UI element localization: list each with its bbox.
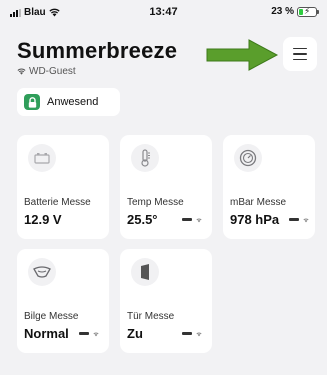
thermometer-icon — [131, 144, 159, 172]
annotation-arrow-icon — [206, 39, 279, 71]
menu-button[interactable] — [283, 37, 317, 71]
battery-info: 23 % ⚡ — [271, 5, 319, 17]
minus-icon — [182, 218, 192, 221]
minus-icon — [289, 218, 299, 221]
network-name: WD-Guest — [29, 66, 76, 77]
status-bar: Blau 13:47 23 % ⚡ — [0, 0, 327, 26]
wifi-icon — [303, 218, 309, 223]
battery-icon — [28, 144, 56, 172]
card-value: Zu — [127, 326, 143, 341]
battery-percent: 23 % — [271, 6, 294, 17]
card-label: mBar Messe — [230, 197, 287, 208]
presence-label: Anwesend — [47, 96, 99, 108]
connection-status — [289, 216, 310, 223]
card-value: 978 hPa — [230, 212, 280, 227]
sensor-card-door[interactable]: Tür Messe Zu — [120, 249, 212, 353]
wifi-icon — [93, 332, 99, 337]
wifi-icon — [196, 218, 202, 223]
battery-icon: ⚡ — [297, 5, 319, 17]
connection-status — [182, 330, 203, 337]
card-value: 12.9 V — [24, 212, 62, 227]
sensor-card-batterie[interactable]: Batterie Messe 12.9 V — [17, 135, 109, 239]
page-title: Summerbreeze — [17, 38, 178, 63]
card-value: 25.5° — [127, 212, 158, 227]
presence-button[interactable]: Anwesend — [17, 88, 120, 116]
wifi-icon — [17, 68, 26, 75]
sensor-card-bilge[interactable]: Bilge Messe Normal — [17, 249, 109, 353]
card-label: Batterie Messe — [24, 197, 91, 208]
connection-status — [79, 330, 100, 337]
card-value: Normal — [24, 326, 69, 341]
sensor-card-mbar[interactable]: mBar Messe 978 hPa — [223, 135, 315, 239]
minus-icon — [182, 332, 192, 335]
card-label: Bilge Messe — [24, 311, 79, 322]
card-label: Temp Messe — [127, 197, 184, 208]
wifi-icon — [196, 332, 202, 337]
charging-icon: ⚡ — [304, 5, 311, 16]
network-indicator: WD-Guest — [17, 66, 76, 77]
sensor-card-temp[interactable]: Temp Messe 25.5° — [120, 135, 212, 239]
lock-icon — [24, 94, 40, 110]
bilge-icon — [28, 258, 56, 286]
gauge-icon — [234, 144, 262, 172]
door-icon — [131, 258, 159, 286]
card-label: Tür Messe — [127, 311, 175, 322]
connection-status — [182, 216, 203, 223]
minus-icon — [79, 332, 89, 335]
